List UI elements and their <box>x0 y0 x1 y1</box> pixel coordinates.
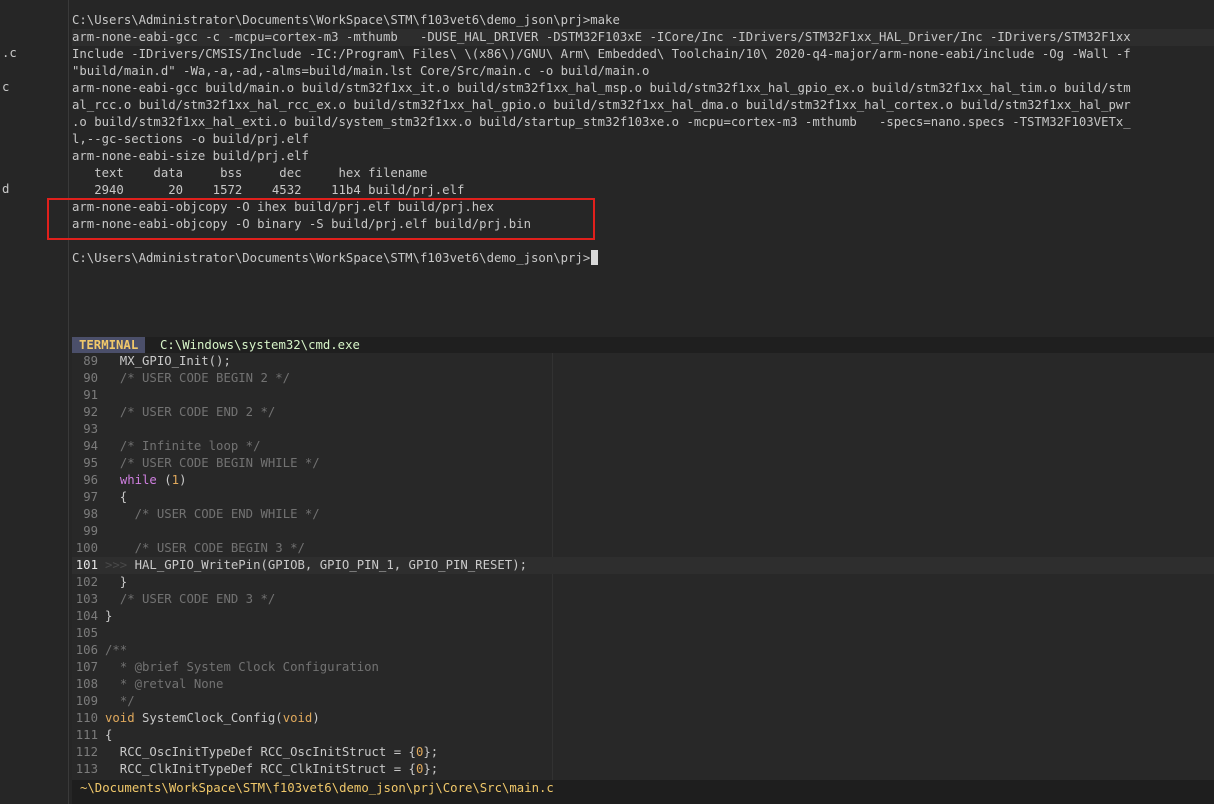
code-line[interactable]: 96 while (1) <box>72 472 1214 489</box>
terminal-line: l,--gc-sections -o build/prj.elf <box>72 132 309 146</box>
line-number: 91 <box>83 388 98 402</box>
gutter-fragment: d <box>2 182 10 196</box>
code-text: /* USER CODE BEGIN 2 */ <box>119 371 291 385</box>
terminal-line: arm-none-eabi-gcc -c -mcpu=cortex-m3 -mt… <box>72 29 1214 46</box>
code-text: MX_GPIO_Init(); <box>105 354 231 368</box>
code-line[interactable]: 109 */ <box>72 693 1214 710</box>
code-text: while (1) <box>119 473 187 487</box>
code-line[interactable]: 102 } <box>72 574 1214 591</box>
text-cursor <box>591 250 599 265</box>
line-number: 93 <box>83 422 98 436</box>
code-line[interactable]: 97 { <box>72 489 1214 506</box>
terminal-line: arm-none-eabi-gcc build/main.o build/stm… <box>72 81 1131 95</box>
mode-badge: TERMINAL <box>72 337 146 353</box>
terminal-title: C:\Windows\system32\cmd.exe <box>160 338 360 352</box>
code-line[interactable]: 91 <box>72 387 1214 404</box>
code-line[interactable]: 98 /* USER CODE END WHILE */ <box>72 506 1214 523</box>
line-number: 108 <box>75 677 98 691</box>
file-path-bar: ~\Documents\WorkSpace\STM\f103vet6\demo_… <box>72 780 1214 804</box>
line-number: 109 <box>75 694 98 708</box>
line-number: 89 <box>83 354 98 368</box>
line-number: 94 <box>83 439 98 453</box>
prompt-text: C:\Users\Administrator\Documents\WorkSpa… <box>72 251 591 265</box>
size-table-row: 2940 20 1572 4532 11b4 build/prj.elf <box>72 183 465 197</box>
file-path: ~\Documents\WorkSpace\STM\f103vet6\demo_… <box>80 781 554 795</box>
terminal-line: arm-none-eabi-size build/prj.elf <box>72 149 309 163</box>
terminal-line: .o build/stm32f1xx_hal_exti.o build/syst… <box>72 115 1131 129</box>
code-text: /* USER CODE BEGIN WHILE */ <box>119 456 320 470</box>
code-text: * @brief System Clock Configuration <box>119 660 379 674</box>
code-line[interactable]: 111 { <box>72 727 1214 744</box>
terminal-statusbar: TERMINAL C:\Windows\system32\cmd.exe <box>72 337 1214 353</box>
gutter-fragment: .c <box>2 46 17 60</box>
code-text: * @retval None <box>119 677 224 691</box>
gutter-fragment: c <box>2 80 10 94</box>
line-number: 104 <box>75 609 98 623</box>
line-number: 95 <box>83 456 98 470</box>
code-text: } <box>105 609 113 623</box>
terminal-line: Include -IDrivers/CMSIS/Include -IC:/Pro… <box>72 47 1131 61</box>
code-text: /* Infinite loop */ <box>119 439 261 453</box>
code-line[interactable]: 107 * @brief System Clock Configuration <box>72 659 1214 676</box>
line-number: 111 <box>75 728 98 742</box>
line-number: 113 <box>75 762 98 776</box>
code-text: } <box>105 575 128 589</box>
code-line[interactable]: 112 RCC_OscInitTypeDef RCC_OscInitStruct… <box>72 744 1214 761</box>
line-number: 107 <box>75 660 98 674</box>
code-line[interactable]: 99 <box>72 523 1214 540</box>
line-number: 110 <box>75 711 98 725</box>
code-line[interactable]: 89 MX_GPIO_Init(); <box>72 353 1214 370</box>
terminal-line: "build/main.d" -Wa,-a,-ad,-alms=build/ma… <box>72 64 650 78</box>
code-text: RCC_OscInitTypeDef RCC_OscInitStruct = {… <box>105 745 439 759</box>
split-divider[interactable] <box>68 0 69 804</box>
code-line[interactable]: 110 void SystemClock_Config(void) <box>72 710 1214 727</box>
code-editor[interactable]: 89 MX_GPIO_Init(); 90 /* USER CODE BEGIN … <box>72 353 1214 780</box>
line-number: 97 <box>83 490 98 504</box>
code-text: /* USER CODE BEGIN 3 */ <box>134 541 305 555</box>
code-text: */ <box>119 694 135 708</box>
code-line[interactable]: 94 /* Infinite loop */ <box>72 438 1214 455</box>
code-text: /* USER CODE END 3 */ <box>119 592 276 606</box>
code-line[interactable]: 93 <box>72 421 1214 438</box>
code-text: /** <box>105 643 128 657</box>
line-number: 101 <box>75 558 98 572</box>
code-line[interactable]: 106 /** <box>72 642 1214 659</box>
line-number: 112 <box>75 745 98 759</box>
code-line[interactable]: 92 /* USER CODE END 2 */ <box>72 404 1214 421</box>
line-number: 100 <box>75 541 98 555</box>
current-code-line[interactable]: 101 >>> HAL_GPIO_WritePin(GPIOB, GPIO_PIN… <box>72 557 1214 574</box>
left-split-gutter: .c c d <box>0 0 68 804</box>
code-line[interactable]: 103 /* USER CODE END 3 */ <box>72 591 1214 608</box>
code-text: { <box>105 490 128 504</box>
code-line[interactable]: 105 <box>72 625 1214 642</box>
code-text: RCC_ClkInitTypeDef RCC_ClkInitStruct = {… <box>105 762 439 776</box>
size-table-header: text data bss dec hex filename <box>72 166 428 180</box>
terminal-prompt[interactable]: C:\Users\Administrator\Documents\WorkSpa… <box>72 250 599 267</box>
code-line[interactable]: 90 /* USER CODE BEGIN 2 */ <box>72 370 1214 387</box>
code-line[interactable]: 113 RCC_ClkInitTypeDef RCC_ClkInitStruct… <box>72 761 1214 778</box>
objcopy-highlight-box <box>47 198 595 240</box>
line-number: 103 <box>75 592 98 606</box>
line-number: 106 <box>75 643 98 657</box>
code-line[interactable]: 100 /* USER CODE BEGIN 3 */ <box>72 540 1214 557</box>
code-line[interactable]: 104} <box>72 608 1214 625</box>
code-text: { <box>105 728 113 742</box>
code-line[interactable]: 95 /* USER CODE BEGIN WHILE */ <box>72 455 1214 472</box>
code-text: /* USER CODE END WHILE */ <box>134 507 320 521</box>
line-number: 102 <box>75 575 98 589</box>
line-number: 96 <box>83 473 98 487</box>
line-number: 90 <box>83 371 98 385</box>
terminal-line: C:\Users\Administrator\Documents\WorkSpa… <box>72 13 620 27</box>
terminal-line: al_rcc.o build/stm32f1xx_hal_rcc_ex.o bu… <box>72 98 1131 112</box>
code-line[interactable]: 108 * @retval None <box>72 676 1214 693</box>
code-text: >>> HAL_GPIO_WritePin(GPIOB, GPIO_PIN_1,… <box>105 558 527 572</box>
line-number: 98 <box>83 507 98 521</box>
line-number: 92 <box>83 405 98 419</box>
code-text: void SystemClock_Config(void) <box>105 711 320 725</box>
line-number: 99 <box>83 524 98 538</box>
code-text: /* USER CODE END 2 */ <box>119 405 276 419</box>
line-number: 105 <box>75 626 98 640</box>
